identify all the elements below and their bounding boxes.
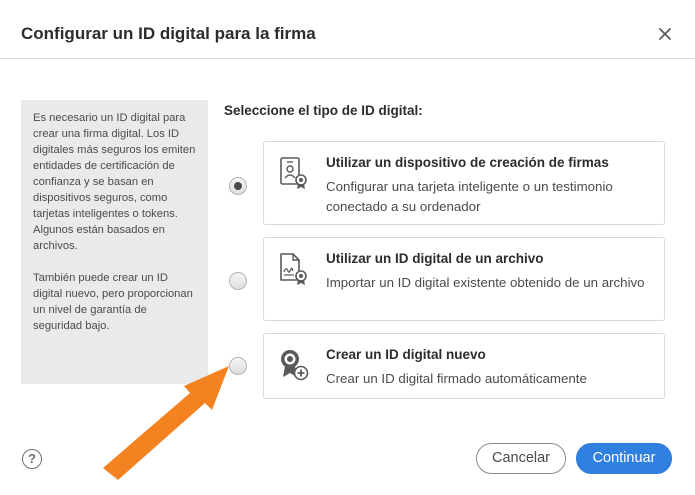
cancel-button[interactable]: Cancelar [476,443,566,474]
radio-device[interactable] [229,177,247,195]
option-digital-id-file[interactable]: Utilizar un ID digital de un archivo Imp… [263,237,665,321]
radio-new[interactable] [229,357,247,375]
info-panel: Es necesario un ID digital para crear un… [21,100,208,384]
option-description: Crear un ID digital firmado automáticame… [326,371,587,386]
option-signature-device[interactable]: Utilizar un dispositivo de creación de f… [263,141,665,225]
configure-digital-id-dialog: Configurar un ID digital para la firma E… [0,0,695,495]
signature-file-icon [280,253,307,285]
radio-file[interactable] [229,272,247,290]
help-icon[interactable]: ? [22,449,42,469]
title-divider [0,58,695,59]
certificate-card-icon [280,157,307,189]
select-id-type-heading: Seleccione el tipo de ID digital: [224,103,423,118]
new-badge-icon [281,350,309,381]
continue-button[interactable]: Continuar [576,443,672,474]
info-paragraph-2: También puede crear un ID digital nuevo,… [33,272,193,332]
option-title: Utilizar un ID digital de un archivo [326,251,544,266]
info-paragraph-1: Es necesario un ID digital para crear un… [33,112,196,252]
option-title: Utilizar un dispositivo de creación de f… [326,155,609,170]
close-icon[interactable] [655,24,675,44]
option-title: Crear un ID digital nuevo [326,347,486,362]
option-description: Configurar una tarjeta inteligente o un … [326,179,613,214]
option-create-new-id[interactable]: Crear un ID digital nuevo Crear un ID di… [263,333,665,399]
option-description: Importar un ID digital existente obtenid… [326,275,645,290]
dialog-title: Configurar un ID digital para la firma [21,24,316,43]
